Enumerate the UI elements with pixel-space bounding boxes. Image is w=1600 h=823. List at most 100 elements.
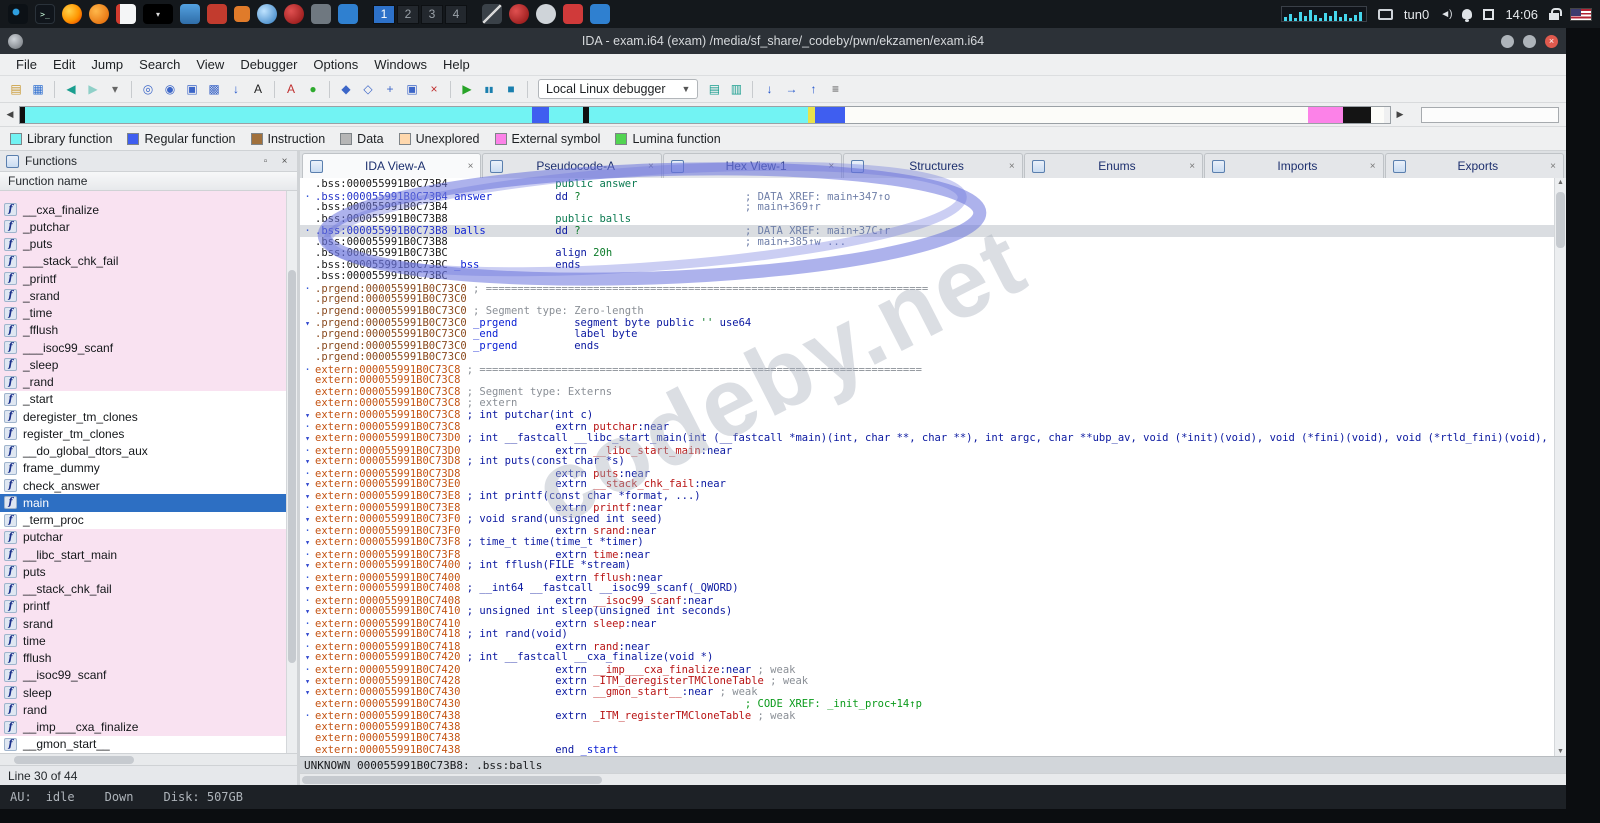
disasm-line[interactable]: ▾ extern:000055991B0C7408 ; __int64 __fas… (300, 582, 1554, 595)
workspace-3[interactable]: 3 (421, 4, 443, 24)
record-button[interactable]: ● (303, 79, 323, 99)
function-row[interactable]: f srand (0, 615, 297, 633)
jump-button[interactable]: ↓ (226, 79, 246, 99)
workspace-4[interactable]: 4 (445, 4, 467, 24)
menu-help[interactable]: Help (435, 57, 478, 72)
stop-process-button[interactable]: ■ (501, 79, 521, 99)
function-row[interactable]: f __cxa_finalize (0, 201, 297, 219)
function-row[interactable]: f __isoc99_scanf (0, 666, 297, 684)
firefox-icon[interactable] (62, 4, 82, 24)
function-row[interactable]: f ___isoc99_scanf (0, 339, 297, 357)
back-button[interactable]: ◀ (61, 79, 81, 99)
scrollbar-thumb[interactable] (14, 756, 134, 764)
disasm-line[interactable]: extern:000055991B0C7438 end _start (300, 744, 1554, 756)
disasm-line[interactable]: ▾ extern:000055991B0C7418 ; int rand(void… (300, 629, 1554, 641)
disasm-line[interactable]: .bss:000055991B0C73BC _bss ends (300, 259, 1554, 272)
search-sequence-button[interactable]: ▣ (182, 79, 202, 99)
tab-enums[interactable]: Enums × (1023, 153, 1204, 178)
user-app-icon[interactable] (536, 4, 556, 24)
search-text-button[interactable]: ◎ (138, 79, 158, 99)
navband[interactable] (19, 105, 1391, 124)
menu-windows[interactable]: Windows (366, 57, 435, 72)
scrollbar-thumb[interactable] (1556, 192, 1565, 248)
function-row[interactable]: f register_tm_clones (0, 425, 297, 442)
tab-close-icon[interactable]: × (1370, 161, 1376, 172)
breakpoint-add-button[interactable]: ◆ (336, 79, 356, 99)
tab-ida-view-a[interactable]: IDA View-A × (302, 153, 482, 178)
function-row[interactable]: f frame_dummy (0, 460, 297, 477)
clock[interactable]: 14:06 (1505, 7, 1538, 22)
disasm-line[interactable]: ▾ extern:000055991B0C7400 ; int fflush(FI… (300, 559, 1554, 572)
navband-right-arrow[interactable]: ▶ (1394, 109, 1406, 120)
function-row[interactable]: f __stack_chk_fail (0, 580, 297, 598)
tab-structures[interactable]: Structures × (843, 153, 1023, 178)
function-row[interactable]: f sleep (0, 684, 297, 702)
red-square-app-icon[interactable] (563, 4, 583, 24)
navband-scale-box[interactable] (1421, 106, 1559, 123)
step-over-button[interactable]: → (781, 79, 801, 99)
disasm-line[interactable]: ▾ extern:000055991B0C73F0 ; void srand(un… (300, 513, 1554, 526)
navband-left-arrow[interactable]: ◀ (4, 109, 16, 120)
workspace-1[interactable]: 1 (373, 4, 395, 24)
function-row[interactable]: f puts (0, 563, 297, 581)
scrollbar-thumb[interactable] (288, 269, 296, 664)
save-button[interactable]: ▦ (28, 79, 48, 99)
function-row[interactable]: f _printf (0, 270, 297, 288)
functions-horizontal-scrollbar[interactable] (0, 753, 297, 765)
disasm-line[interactable]: · extern:000055991B0C7438 extrn _ITM_regi… (300, 710, 1554, 722)
terminal-icon[interactable]: >_ (35, 4, 55, 24)
function-row[interactable]: f time (0, 632, 297, 650)
panel-close-icon[interactable]: × (278, 155, 291, 168)
notifications-bell-icon[interactable] (1462, 9, 1473, 22)
tab-close-icon[interactable]: × (1009, 161, 1015, 172)
browser-globe-icon[interactable] (257, 4, 277, 24)
attach-button[interactable]: ▤ (704, 79, 724, 99)
disasm-line[interactable]: .bss:000055991B0C73B4 public answer (300, 179, 1554, 191)
step-into-button[interactable]: ↓ (759, 79, 779, 99)
breakpoint-enable-button[interactable]: + (380, 79, 400, 99)
function-row[interactable]: f putchar (0, 528, 297, 546)
text-editor-icon[interactable] (116, 4, 136, 24)
scroll-up-icon[interactable]: ▲ (1555, 179, 1566, 186)
breakpoint-delete-button[interactable]: × (424, 79, 444, 99)
breakpoint-list-button[interactable]: ▣ (402, 79, 422, 99)
detach-button[interactable]: ▥ (726, 79, 746, 99)
disassembly-vertical-scrollbar[interactable]: ▲ ▼ (1554, 178, 1566, 756)
function-row[interactable]: f printf (0, 597, 297, 615)
function-row[interactable]: f __gmon_start__ (0, 736, 297, 753)
scrollbar-thumb[interactable] (302, 776, 602, 784)
function-row[interactable]: f _puts (0, 235, 297, 253)
function-row[interactable]: f _putchar (0, 218, 297, 236)
disasm-line[interactable]: ▾ extern:000055991B0C73D8 ; int puts(cons… (300, 455, 1554, 468)
breakpoint-edit-button[interactable]: ◇ (358, 79, 378, 99)
tab-imports[interactable]: Imports × (1204, 153, 1384, 178)
start-process-button[interactable]: ▶ (457, 79, 477, 99)
red-ball-app-icon-2[interactable] (509, 4, 529, 24)
workspace-2[interactable]: 2 (397, 4, 419, 24)
disasm-line[interactable]: ▾ extern:000055991B0C73E8 ; int printf(co… (300, 490, 1554, 503)
kali-menu-icon[interactable] (8, 4, 28, 24)
file-manager-icon[interactable] (180, 4, 200, 24)
vscode-icon[interactable] (338, 4, 358, 24)
disasm-line[interactable]: ▾ extern:000055991B0C73F8 ; time_t time(t… (300, 536, 1554, 549)
menu-debugger[interactable]: Debugger (232, 57, 305, 72)
scroll-down-icon[interactable]: ▼ (1555, 748, 1566, 755)
disasm-line[interactable]: ▾ extern:000055991B0C7420 ; int __fastcal… (300, 652, 1554, 664)
disasm-line[interactable]: · .prgend:000055991B0C73C0 ; ============… (300, 283, 1554, 295)
terminal-dropdown-icon[interactable]: ▾ (143, 4, 173, 24)
disasm-line[interactable]: .prgend:000055991B0C73C0 _prgend ends (300, 340, 1554, 353)
tab-close-icon[interactable]: × (648, 161, 654, 172)
gray-tool-icon[interactable] (311, 4, 331, 24)
titlebar[interactable]: IDA - exam.i64 (exam) /media/sf_share/_c… (0, 28, 1566, 54)
tab-close-icon[interactable]: × (468, 161, 474, 172)
vpn-interface-label[interactable]: tun0 (1404, 7, 1429, 22)
function-row[interactable]: f rand (0, 701, 297, 719)
panel-float-icon[interactable]: ▫ (259, 155, 272, 168)
pen-tool-icon[interactable] (482, 4, 502, 24)
function-row[interactable]: f _sleep (0, 356, 297, 374)
tab-hex-view-1[interactable]: Hex View-1 × (662, 153, 843, 178)
disassembly-horizontal-scrollbar[interactable] (300, 773, 1566, 785)
function-row[interactable]: f main (0, 494, 297, 512)
function-row[interactable]: f __do_global_dtors_aux (0, 443, 297, 460)
display-icon[interactable] (1377, 8, 1393, 20)
